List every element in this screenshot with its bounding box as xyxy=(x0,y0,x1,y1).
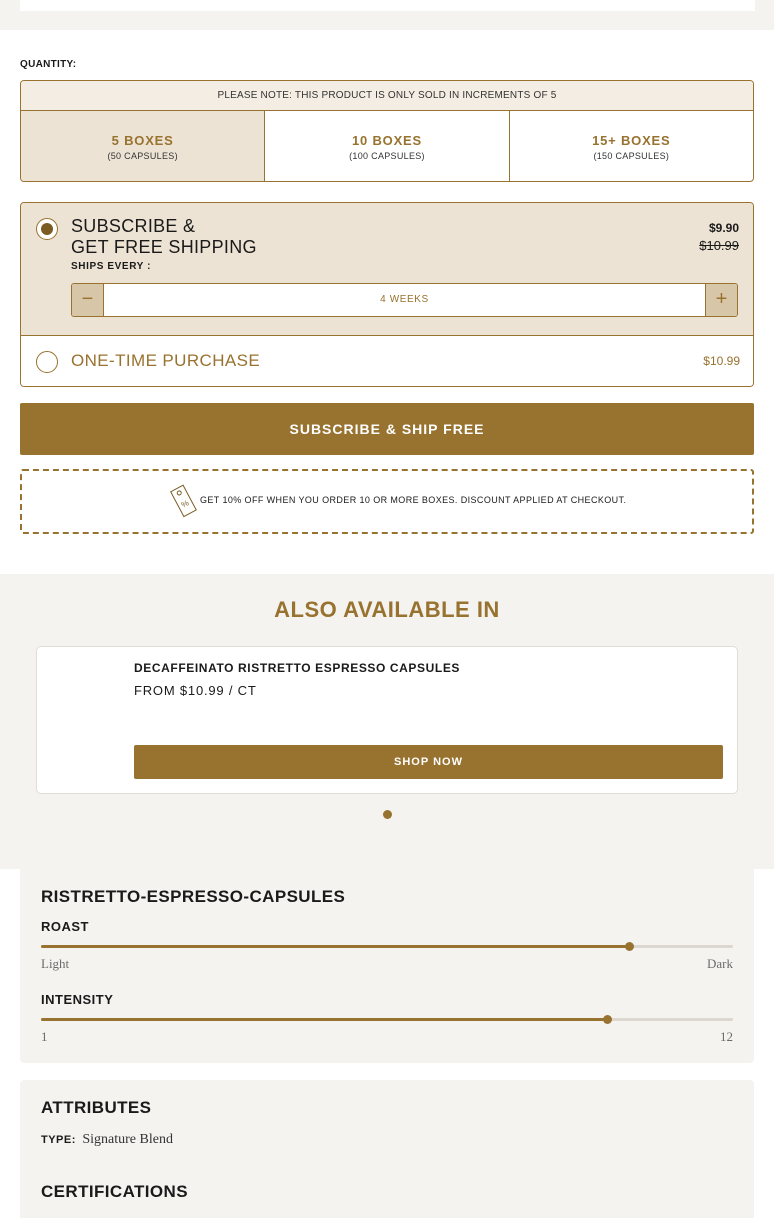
attributes-panel: ATTRIBUTES TYPE: Signature Blend CERTIFI… xyxy=(20,1080,754,1218)
roast-scale xyxy=(41,942,733,951)
top-section-band xyxy=(0,0,774,30)
quantity-selector: PLEASE NOTE: THIS PRODUCT IS ONLY SOLD I… xyxy=(20,80,754,182)
attribute-type-row: TYPE: Signature Blend xyxy=(41,1130,173,1148)
promo-text: GET 10% OFF WHEN YOU ORDER 10 OR MORE BO… xyxy=(200,495,627,505)
one-time-price: $10.99 xyxy=(703,354,740,368)
also-available-section: ALSO AVAILABLE IN DECAFFEINATO RISTRETTO… xyxy=(0,574,774,869)
subscribe-price: $9.90 xyxy=(708,221,739,235)
product-price: FROM $10.99 / CT xyxy=(134,683,257,698)
intensity-max-label: 12 xyxy=(720,1029,733,1044)
carousel-dot[interactable] xyxy=(383,810,392,819)
shop-now-button[interactable]: SHOP NOW xyxy=(134,745,723,779)
quantity-option-title: 15+ BOXES xyxy=(592,133,671,148)
intensity-marker xyxy=(603,1015,613,1024)
increase-frequency-button[interactable]: + xyxy=(705,284,737,316)
svg-text:%: % xyxy=(180,498,191,509)
subscribe-option[interactable]: SUBSCRIBE & GET FREE SHIPPING $9.90 $10.… xyxy=(21,203,753,336)
discount-promo-banner: % GET 10% OFF WHEN YOU ORDER 10 OR MORE … xyxy=(20,469,754,534)
one-time-radio[interactable] xyxy=(36,351,58,373)
attribute-type-label: TYPE: xyxy=(41,1134,76,1146)
profile-title: RISTRETTO-ESPRESSO-CAPSULES xyxy=(41,887,346,906)
subscribe-radio[interactable] xyxy=(36,218,58,240)
also-available-title: ALSO AVAILABLE IN xyxy=(274,597,500,622)
ships-every-label: SHIPS EVERY : xyxy=(71,261,152,272)
quantity-option-15-boxes[interactable]: 15+ BOXES (150 CAPSULES) xyxy=(510,111,753,181)
roast-label: ROAST xyxy=(41,919,89,934)
roast-max-label: Dark xyxy=(707,956,733,971)
intensity-label: INTENSITY xyxy=(41,992,114,1007)
quantity-option-subtitle: (50 CAPSULES) xyxy=(107,151,178,161)
certifications-title: CERTIFICATIONS xyxy=(41,1182,188,1201)
purchase-plan-selector: SUBSCRIBE & GET FREE SHIPPING $9.90 $10.… xyxy=(20,202,754,387)
top-card-edge xyxy=(20,0,755,11)
product-card: DECAFFEINATO RISTRETTO ESPRESSO CAPSULES… xyxy=(36,646,738,794)
flavor-profile-panel: RISTRETTO-ESPRESSO-CAPSULES ROAST Light … xyxy=(20,869,754,1063)
intensity-fill xyxy=(41,1018,608,1021)
one-time-title: ONE-TIME PURCHASE xyxy=(71,351,261,370)
subscribe-ship-free-button[interactable]: SUBSCRIBE & SHIP FREE xyxy=(20,403,754,455)
attributes-title: ATTRIBUTES xyxy=(41,1098,152,1117)
subscribe-title-line2: GET FREE SHIPPING xyxy=(71,237,257,257)
intensity-scale xyxy=(41,1015,733,1024)
product-name[interactable]: DECAFFEINATO RISTRETTO ESPRESSO CAPSULES xyxy=(134,661,460,675)
original-price: $10.99 xyxy=(699,238,739,253)
quantity-option-title: 10 BOXES xyxy=(352,133,422,148)
subscribe-title: SUBSCRIBE & GET FREE SHIPPING xyxy=(71,216,257,258)
discount-tag-icon: % xyxy=(166,479,200,526)
quantity-option-10-boxes[interactable]: 10 BOXES (100 CAPSULES) xyxy=(265,111,510,181)
roast-marker xyxy=(625,942,635,951)
quantity-note: PLEASE NOTE: THIS PRODUCT IS ONLY SOLD I… xyxy=(21,81,753,111)
quantity-option-subtitle: (150 CAPSULES) xyxy=(593,151,670,161)
one-time-purchase-option[interactable]: ONE-TIME PURCHASE $10.99 xyxy=(21,336,753,386)
subscribe-title-line1: SUBSCRIBE & xyxy=(71,216,196,236)
roast-min-label: Light xyxy=(41,956,70,971)
quantity-option-title: 5 BOXES xyxy=(111,133,174,148)
quantity-option-5-boxes[interactable]: 5 BOXES (50 CAPSULES) xyxy=(21,111,266,181)
quantity-options: 5 BOXES (50 CAPSULES) 10 BOXES (100 CAPS… xyxy=(21,111,753,181)
roast-fill xyxy=(41,945,630,948)
frequency-value: 4 WEEKS xyxy=(380,294,429,305)
intensity-min-label: 1 xyxy=(41,1029,48,1044)
quantity-option-subtitle: (100 CAPSULES) xyxy=(349,151,425,161)
attribute-type-value: Signature Blend xyxy=(82,1132,173,1147)
decrease-frequency-button[interactable]: − xyxy=(72,284,104,316)
quantity-label: QUANTITY: xyxy=(20,59,77,70)
frequency-stepper: − 4 WEEKS + xyxy=(71,283,738,317)
